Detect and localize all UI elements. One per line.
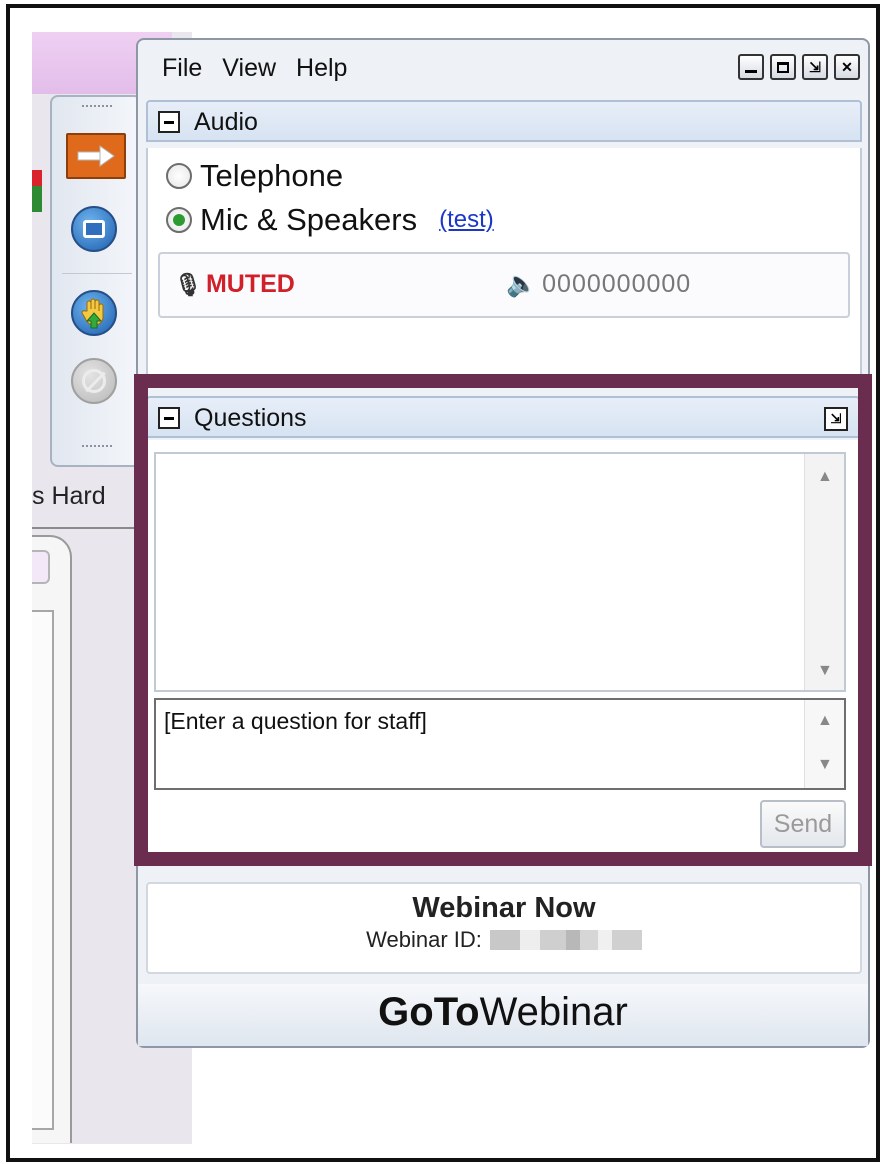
toolbar-separator <box>62 273 132 274</box>
brand-bold: GoTo <box>378 990 480 1034</box>
raise-hand-button[interactable] <box>66 285 122 341</box>
mic-status-label: MUTED <box>205 270 295 298</box>
telephone-option[interactable]: Telephone <box>166 158 343 194</box>
webinar-info: Webinar Now Webinar ID: <box>146 882 862 974</box>
control-toolbar[interactable] <box>50 95 142 467</box>
background-panel-tab[interactable] <box>32 550 50 584</box>
telephone-radio[interactable] <box>166 163 192 189</box>
arrow-right-icon <box>77 145 115 167</box>
maximize-icon <box>777 61 789 73</box>
full-screen-button[interactable] <box>66 201 122 257</box>
close-icon: ✕ <box>841 58 853 75</box>
show-hide-panel-button[interactable] <box>66 133 126 179</box>
disabled-action-button[interactable] <box>66 353 122 409</box>
webinar-id-label: Webinar ID: <box>366 927 482 952</box>
microphone-icon: 🎙 <box>174 271 202 297</box>
menu-bar: File View Help <box>162 54 347 83</box>
audio-collapse-button[interactable] <box>158 111 180 133</box>
audio-status-box: 🎙 MUTED 🔈 0000000000 <box>158 252 850 318</box>
gotowebinar-logo: GoToWebinar <box>138 984 868 1046</box>
close-button[interactable]: ✕ <box>834 54 860 80</box>
restore-button[interactable]: ⇲ <box>802 54 828 80</box>
mic-status[interactable]: 🎙 MUTED <box>174 270 295 299</box>
audio-header: Audio <box>146 100 862 142</box>
speaker-level-meter: 0000000000 <box>542 270 692 298</box>
maximize-button[interactable] <box>770 54 796 80</box>
background-panel-inner <box>32 610 54 1130</box>
restore-icon: ⇲ <box>809 58 821 75</box>
window-controls: ⇲ ✕ <box>738 54 860 80</box>
speaker-icon: 🔈 <box>506 270 539 298</box>
brand-regular: Webinar <box>479 990 628 1034</box>
window-icon <box>71 206 117 252</box>
questions-highlight-frame <box>134 374 872 866</box>
mic-speakers-label: Mic & Speakers <box>200 202 418 237</box>
mic-speakers-radio[interactable] <box>166 207 192 233</box>
telephone-label: Telephone <box>200 158 344 193</box>
background-red-tab <box>32 170 42 186</box>
webinar-id: Webinar ID: <box>148 927 860 953</box>
webinar-name: Webinar Now <box>412 892 596 924</box>
menu-view[interactable]: View <box>222 54 276 83</box>
mic-speakers-option[interactable]: Mic & Speakers (test) <box>166 202 494 238</box>
minimize-icon <box>745 69 757 73</box>
menu-help[interactable]: Help <box>296 54 347 83</box>
hand-icon <box>71 290 117 336</box>
webinar-id-redacted <box>489 930 642 950</box>
toolbar-grip-bottom[interactable] <box>82 445 112 451</box>
speaker-level: 🔈 0000000000 <box>506 270 691 299</box>
audio-test-link[interactable]: (test) <box>439 206 494 234</box>
audio-panel: Telephone Mic & Speakers (test) 🎙 MUTED … <box>146 148 862 376</box>
disabled-icon <box>71 358 117 404</box>
toolbar-grip-top[interactable] <box>82 105 112 111</box>
menu-file[interactable]: File <box>162 54 202 83</box>
background-green-tab <box>32 186 42 212</box>
audio-title: Audio <box>194 108 258 136</box>
minimize-button[interactable] <box>738 54 764 80</box>
